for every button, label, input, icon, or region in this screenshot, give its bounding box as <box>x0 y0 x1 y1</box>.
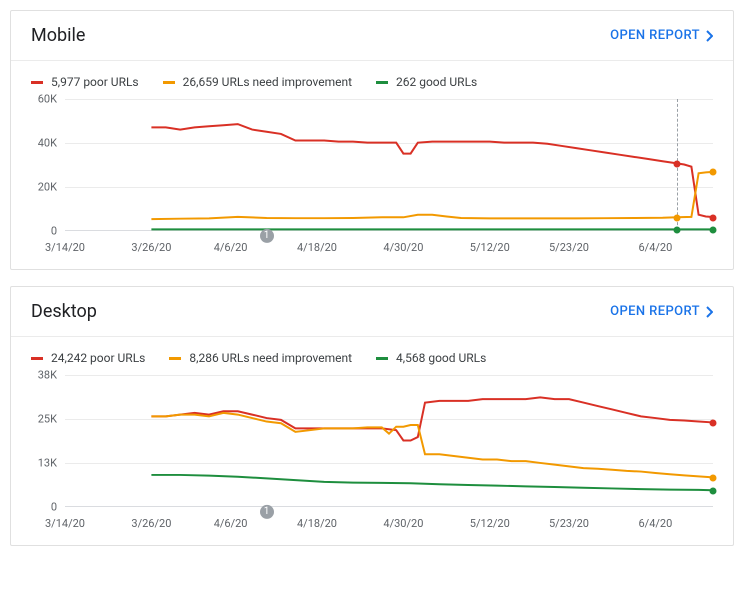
x-tick: 4/18/20 <box>297 241 337 254</box>
open-report-label: OPEN REPORT <box>610 28 700 43</box>
chart[interactable]: 013K25K38K13/14/203/26/204/6/204/18/204/… <box>31 375 713 535</box>
y-tick: 60K <box>38 93 57 106</box>
y-tick: 40K <box>38 137 57 150</box>
end-point-good <box>710 227 717 234</box>
series-poor <box>151 397 713 440</box>
mobile-card: Mobile OPEN REPORT 5,977 poor URLs 26,65… <box>10 10 734 270</box>
legend-text: 262 good URLs <box>396 75 477 89</box>
card-header: Mobile OPEN REPORT <box>11 11 733 61</box>
swatch-needs <box>169 357 181 360</box>
y-tick: 0 <box>51 501 57 514</box>
card-title: Mobile <box>31 25 85 46</box>
desktop-card: Desktop OPEN REPORT 24,242 poor URLs 8,2… <box>10 286 734 546</box>
legend-item-good: 4,568 good URLs <box>376 351 486 365</box>
x-tick: 3/14/20 <box>45 517 85 530</box>
y-tick: 20K <box>38 181 57 194</box>
x-tick: 4/30/20 <box>383 241 423 254</box>
series-needs <box>151 172 713 219</box>
y-tick: 25K <box>38 413 57 426</box>
series-poor <box>151 124 713 217</box>
swatch-needs <box>163 81 175 84</box>
open-report-label: OPEN REPORT <box>610 304 700 319</box>
x-tick: 3/14/20 <box>45 241 85 254</box>
swatch-good <box>376 357 388 360</box>
legend: 24,242 poor URLs 8,286 URLs need improve… <box>11 337 733 371</box>
card-title: Desktop <box>31 301 97 322</box>
swatch-good <box>376 81 388 84</box>
hover-point-needs <box>674 215 681 222</box>
legend-text: 26,659 URLs need improvement <box>183 75 352 89</box>
swatch-poor <box>31 81 43 84</box>
x-tick: 3/26/20 <box>131 241 171 254</box>
legend-text: 24,242 poor URLs <box>51 351 145 365</box>
chart-wrap: 013K25K38K13/14/203/26/204/6/204/18/204/… <box>11 371 733 545</box>
chevron-right-icon <box>706 30 713 42</box>
legend-item-poor: 5,977 poor URLs <box>31 75 139 89</box>
end-point-needs <box>710 475 717 482</box>
x-tick: 5/23/20 <box>549 241 589 254</box>
open-report-link[interactable]: OPEN REPORT <box>610 304 713 319</box>
end-point-poor <box>710 419 717 426</box>
legend-text: 8,286 URLs need improvement <box>189 351 352 365</box>
legend: 5,977 poor URLs 26,659 URLs need improve… <box>11 61 733 95</box>
x-tick: 5/12/20 <box>470 241 510 254</box>
legend-item-good: 262 good URLs <box>376 75 477 89</box>
swatch-poor <box>31 357 43 360</box>
x-tick: 6/4/20 <box>638 241 672 254</box>
end-point-needs <box>710 169 717 176</box>
chevron-right-icon <box>706 306 713 318</box>
x-tick: 4/6/20 <box>214 241 248 254</box>
legend-item-needs: 26,659 URLs need improvement <box>163 75 352 89</box>
legend-item-poor: 24,242 poor URLs <box>31 351 145 365</box>
card-header: Desktop OPEN REPORT <box>11 287 733 337</box>
hover-point-good <box>674 227 681 234</box>
open-report-link[interactable]: OPEN REPORT <box>610 28 713 43</box>
series-good <box>151 475 713 490</box>
x-tick: 4/30/20 <box>383 517 423 530</box>
y-tick: 13K <box>38 457 57 470</box>
x-tick: 5/12/20 <box>470 517 510 530</box>
y-tick: 38K <box>38 369 57 382</box>
end-point-poor <box>710 214 717 221</box>
x-tick: 4/6/20 <box>214 517 248 530</box>
legend-text: 4,568 good URLs <box>396 351 486 365</box>
chart[interactable]: 020K40K60K13/14/203/26/204/6/204/18/204/… <box>31 99 713 259</box>
series-needs <box>151 413 713 478</box>
x-tick: 3/26/20 <box>131 517 171 530</box>
x-tick: 5/23/20 <box>549 517 589 530</box>
hover-point-poor <box>674 160 681 167</box>
y-tick: 0 <box>51 225 57 238</box>
x-tick: 4/18/20 <box>297 517 337 530</box>
chart-wrap: 020K40K60K13/14/203/26/204/6/204/18/204/… <box>11 95 733 269</box>
legend-item-needs: 8,286 URLs need improvement <box>169 351 352 365</box>
end-point-good <box>710 488 717 495</box>
x-tick: 6/4/20 <box>638 517 672 530</box>
legend-text: 5,977 poor URLs <box>51 75 139 89</box>
